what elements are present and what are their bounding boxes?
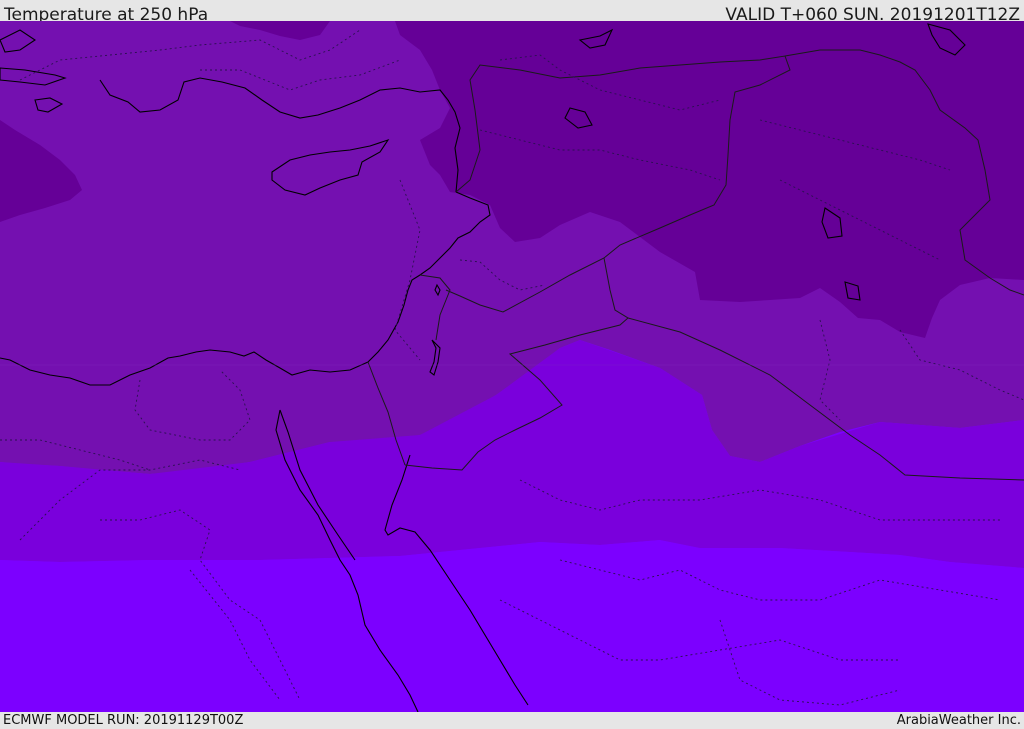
header-bar: Temperature at 250 hPa VALID T+060 SUN. …: [0, 0, 1024, 25]
temperature-map: [0, 21, 1024, 712]
model-run-label: ECMWF MODEL RUN: 20191129T00Z: [3, 713, 244, 728]
temperature-band-warmest: [0, 540, 1024, 712]
map-canvas: [0, 21, 1024, 712]
map-frame: Temperature at 250 hPa VALID T+060 SUN. …: [0, 0, 1024, 729]
credit-label: ArabiaWeather Inc.: [896, 713, 1021, 728]
footer-bar: ECMWF MODEL RUN: 20191129T00Z ArabiaWeat…: [0, 712, 1024, 729]
